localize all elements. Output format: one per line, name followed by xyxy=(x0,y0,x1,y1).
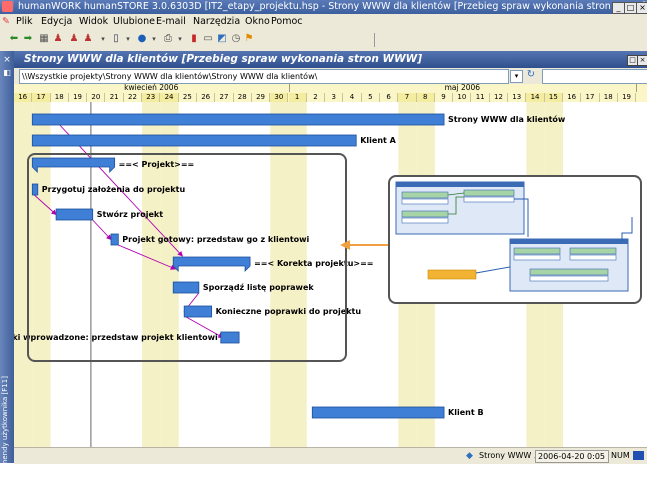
person-dropdown-icon[interactable]: ♟ xyxy=(82,33,94,45)
menu-item-ulubione[interactable]: Ulubione xyxy=(113,14,155,29)
book-icon[interactable]: ▮ xyxy=(188,33,200,45)
menu-item-edycja[interactable]: Edycja xyxy=(41,14,72,29)
menu-item-email[interactable]: E-mail xyxy=(156,14,186,29)
day-label: 15 xyxy=(544,93,563,102)
status-datetime: 2006-04-20 0:05 xyxy=(535,450,609,463)
day-label: 2 xyxy=(307,93,326,102)
day-label: 26 xyxy=(197,93,216,102)
day-label: 13 xyxy=(508,93,527,102)
day-label: 24 xyxy=(160,93,179,102)
day-label: 14 xyxy=(526,93,545,102)
grid-icon[interactable]: ▦ xyxy=(38,33,50,45)
day-label: 22 xyxy=(124,93,143,102)
status-indicator xyxy=(633,451,644,460)
document-header: Strony WWW dla klientów [Przebieg spraw … xyxy=(14,51,647,68)
forward-arrow-icon[interactable]: ➡ xyxy=(22,33,34,45)
day-label: 17 xyxy=(581,93,600,102)
task-bar[interactable] xyxy=(311,406,445,419)
day-label: 7 xyxy=(398,93,417,102)
document-icon[interactable]: ▯ xyxy=(110,33,122,45)
month-label: kwiecień 2006 xyxy=(14,84,290,92)
day-label: 16 xyxy=(563,93,582,102)
flag-icon[interactable]: ⚑ xyxy=(243,33,255,45)
chevron-down-icon[interactable]: ▾ xyxy=(510,70,523,83)
chevron-down-icon[interactable]: ▾ xyxy=(174,33,186,45)
users-icon[interactable]: ♟ xyxy=(52,33,64,45)
day-label: 21 xyxy=(106,93,124,102)
clock-icon[interactable]: ◷ xyxy=(230,33,242,45)
day-label: 29 xyxy=(252,93,271,102)
callout-arrow xyxy=(340,240,388,250)
title-bar: humanWORK humanSTORE 3.0.6303D [IT2_etap… xyxy=(0,0,647,14)
page-icon[interactable]: ▭ xyxy=(202,33,214,45)
project-group-frame xyxy=(27,153,347,362)
day-label: 6 xyxy=(380,93,399,102)
day-label: 19 xyxy=(618,93,637,102)
day-label: 18 xyxy=(600,93,618,102)
day-label: 19 xyxy=(69,93,88,102)
day-label: 4 xyxy=(343,93,362,102)
status-num: NUM xyxy=(611,451,630,460)
day-label: 20 xyxy=(87,93,106,102)
day-label: 17 xyxy=(32,93,51,102)
menu-item-widok[interactable]: Widok xyxy=(79,14,108,29)
month-label: maj 2006 xyxy=(289,84,638,92)
day-label: 25 xyxy=(179,93,197,102)
day-label: 28 xyxy=(234,93,252,102)
task-label: Klient A xyxy=(360,136,396,145)
menu-item-narzedzia[interactable]: Narzędzia xyxy=(193,14,240,29)
print-icon[interactable]: ⎙ xyxy=(162,33,174,45)
minimap-diagram xyxy=(395,181,633,292)
day-label: 23 xyxy=(142,93,161,102)
day-label: 11 xyxy=(472,93,490,102)
path-bar: \\Wszystkie projekty\Strony WWW dla klie… xyxy=(14,68,647,84)
pin-icon[interactable]: ◧ xyxy=(2,68,12,78)
status-task-name: Strony WWW ... xyxy=(479,451,542,460)
process-minimap[interactable] xyxy=(388,175,642,304)
window-icon[interactable]: ◩ xyxy=(216,33,228,45)
chevron-down-icon[interactable]: ▾ xyxy=(148,33,160,45)
status-bar: ◆ Strony WWW ... 2006-04-20 0:05 NUM xyxy=(14,447,647,464)
person-icon[interactable]: ♟ xyxy=(68,33,80,45)
app-icon xyxy=(2,1,13,12)
day-label: 8 xyxy=(416,93,435,102)
doc-close-button[interactable]: × xyxy=(637,55,647,66)
menu-item-plik[interactable]: Plik xyxy=(16,14,33,29)
user-commands-label: Komendy użytkownika [F11] xyxy=(1,376,9,476)
task-bar[interactable] xyxy=(31,113,445,126)
close-button[interactable]: × xyxy=(636,2,647,14)
menu-item-okno[interactable]: Okno xyxy=(245,14,270,29)
day-label: 12 xyxy=(490,93,509,102)
menu-app-icon: ✎ xyxy=(2,16,10,27)
calendar-header: kwiecień 2006 maj 2006 16 17 18 19 20 21 22 23 24 2… xyxy=(14,84,647,102)
task-label: Klient B xyxy=(448,408,484,417)
close-panel-icon[interactable]: × xyxy=(2,55,12,65)
chevron-down-icon[interactable]: ▾ xyxy=(122,33,134,45)
day-label: 27 xyxy=(215,93,234,102)
day-label: 16 xyxy=(14,93,33,102)
chevron-down-icon[interactable]: ▾ xyxy=(97,33,109,45)
day-label: 9 xyxy=(435,93,454,102)
view-select[interactable] xyxy=(542,69,647,84)
task-status-icon: ◆ xyxy=(466,451,473,461)
globe-icon[interactable]: ● xyxy=(136,33,148,45)
menu-item-pomoc[interactable]: Pomoc xyxy=(271,14,303,29)
back-arrow-icon[interactable]: ⬅ xyxy=(8,33,20,45)
user-commands-panel[interactable]: × ◧ Komendy użytkownika [F11] xyxy=(0,51,14,475)
day-label: 3 xyxy=(325,93,344,102)
day-label: 10 xyxy=(453,93,472,102)
day-label: 5 xyxy=(362,93,380,102)
task-bar[interactable] xyxy=(31,134,357,147)
path-field[interactable]: \\Wszystkie projekty\Strony WWW dla klie… xyxy=(19,69,509,84)
toolbar-separator xyxy=(374,33,375,47)
refresh-icon[interactable]: ↻ xyxy=(525,69,537,81)
day-label: 18 xyxy=(51,93,69,102)
day-label: 1 xyxy=(288,93,307,102)
day-label: 30 xyxy=(270,93,289,102)
document-title: Strony WWW dla klientów [Przebieg spraw … xyxy=(24,53,423,65)
menu-bar: ✎ Plik Edycja Widok Ulubione E-mail Narz… xyxy=(0,14,647,29)
task-label: Strony WWW dla klientów xyxy=(448,114,566,124)
toolbar: ⬅ ➡ ▦ ♟ ♟ ♟ ▾ ▯ ▾ ● ▾ ⎙ ▾ ▮ ▭ ◩ ◷ ⚑ xyxy=(0,29,647,52)
window-title: humanWORK humanSTORE 3.0.6303D [IT2_etap… xyxy=(14,0,647,14)
